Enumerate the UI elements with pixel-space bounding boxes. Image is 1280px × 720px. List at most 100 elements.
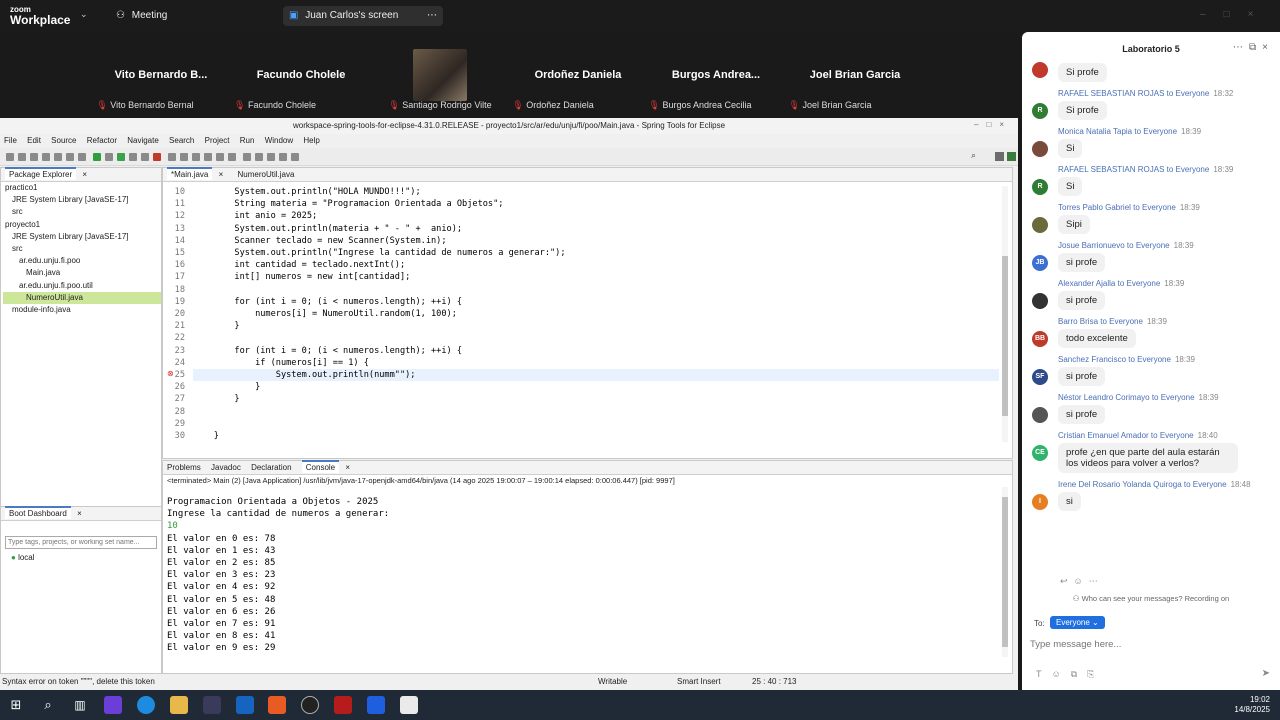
tab-numeroutil-java[interactable]: NumeroUtil.java bbox=[238, 170, 295, 179]
code-line[interactable]: if (numeros[i] == 1) { bbox=[193, 357, 999, 369]
toggle-mark-icon[interactable] bbox=[204, 153, 213, 161]
code-line[interactable]: System.out.println(materia + " - " + ani… bbox=[193, 223, 999, 235]
menu-help[interactable]: Help bbox=[303, 136, 319, 145]
close-icon[interactable]: × bbox=[345, 463, 350, 472]
chat-message[interactable]: R RAFAEL SEBASTIAN ROJAS to Everyone 18:32… bbox=[1032, 89, 1268, 120]
code-line[interactable] bbox=[193, 284, 999, 296]
windows-start-icon[interactable]: ⊞ bbox=[7, 696, 25, 714]
chat-message[interactable]: Néstor Leandro Corimayo to Everyone 18:39… bbox=[1032, 393, 1268, 424]
perspective-icon[interactable] bbox=[995, 152, 1004, 161]
search-icon[interactable]: ⌕ bbox=[971, 150, 976, 161]
zoom-icon[interactable] bbox=[367, 696, 385, 714]
terminal-icon[interactable] bbox=[78, 153, 86, 161]
reply-icon[interactable]: ↩ bbox=[1060, 576, 1074, 586]
emoji-reaction-icon[interactable]: ☺ bbox=[1074, 576, 1089, 586]
code-line[interactable]: System.out.println(numm""); bbox=[193, 369, 999, 382]
close-icon[interactable]: × bbox=[1262, 42, 1274, 53]
coverage-icon[interactable] bbox=[129, 153, 138, 161]
close-icon[interactable]: × bbox=[82, 170, 87, 179]
code-line[interactable]: String materia = "Programacion Orientada… bbox=[193, 198, 999, 210]
next-annotation-icon[interactable] bbox=[243, 153, 252, 161]
tree-item[interactable]: module-info.java bbox=[3, 304, 161, 316]
code-line[interactable]: } bbox=[193, 393, 999, 405]
code-line[interactable]: } bbox=[193, 430, 999, 442]
save-all-icon[interactable] bbox=[30, 153, 38, 161]
minimize-icon[interactable]: – bbox=[1200, 9, 1224, 20]
more-icon[interactable]: ⋯ bbox=[1233, 42, 1249, 53]
tree-item[interactable]: proyecto1 bbox=[3, 219, 161, 231]
tree-item[interactable]: NumeroUtil.java bbox=[3, 291, 161, 305]
boot-dashboard-tab[interactable]: Boot Dashboard × bbox=[1, 506, 161, 521]
menu-search[interactable]: Search bbox=[169, 136, 194, 145]
tab-main-java[interactable]: *Main.java bbox=[167, 167, 213, 180]
prev-annotation-icon[interactable] bbox=[255, 153, 264, 161]
search-tool-icon[interactable] bbox=[192, 153, 201, 161]
close-icon[interactable]: × bbox=[219, 170, 224, 179]
more-icon[interactable]: ⋯ bbox=[1089, 576, 1104, 586]
pin-editor-icon[interactable] bbox=[291, 153, 300, 161]
toggle-block-icon[interactable] bbox=[216, 153, 225, 161]
tab-javadoc[interactable]: Javadoc bbox=[211, 463, 241, 472]
show-whitespace-icon[interactable] bbox=[228, 153, 237, 161]
code-line[interactable] bbox=[193, 406, 999, 418]
code-line[interactable]: System.out.println("Ingrese la cantidad … bbox=[193, 247, 999, 259]
spring-tools-icon[interactable] bbox=[400, 696, 418, 714]
open-type-icon[interactable] bbox=[180, 153, 189, 161]
close-icon[interactable]: × bbox=[77, 509, 82, 518]
store-icon[interactable] bbox=[203, 696, 221, 714]
external-tools-icon[interactable] bbox=[153, 153, 162, 161]
code-line[interactable]: } bbox=[193, 320, 999, 332]
screenshot-icon[interactable]: ⧉ bbox=[1071, 669, 1087, 679]
chat-message[interactable]: I Irene Del Rosario Yolanda Quiroga to Ev… bbox=[1032, 480, 1268, 511]
boot-filter-input[interactable] bbox=[5, 536, 157, 549]
github-icon[interactable] bbox=[301, 696, 319, 714]
format-text-icon[interactable]: T bbox=[1036, 669, 1052, 679]
run-icon[interactable] bbox=[117, 153, 126, 161]
code-line[interactable]: System.out.println("HOLA MUNDO!!!"); bbox=[193, 186, 999, 198]
stop-icon[interactable] bbox=[141, 153, 150, 161]
chat-message[interactable]: Monica Natalia Tapia to Everyone 18:39 Si bbox=[1032, 127, 1268, 158]
code-line[interactable]: Scanner teclado = new Scanner(System.in)… bbox=[193, 235, 999, 247]
tree-item[interactable]: JRE System Library [JavaSE-17] bbox=[3, 194, 161, 206]
console-scrollbar[interactable] bbox=[1002, 487, 1008, 657]
editor-scrollbar[interactable] bbox=[1002, 186, 1008, 442]
code-line[interactable] bbox=[193, 332, 999, 344]
brave-icon[interactable] bbox=[268, 696, 286, 714]
code-line[interactable]: } bbox=[193, 381, 999, 393]
code-line[interactable]: int[] numeros = new int[cantidad]; bbox=[193, 271, 999, 283]
status-insert-mode[interactable]: Smart Insert bbox=[677, 674, 721, 690]
popout-icon[interactable]: ⧉ bbox=[1249, 42, 1262, 53]
emoji-icon[interactable]: ☺ bbox=[1052, 669, 1071, 679]
search-icon[interactable]: ⌕ bbox=[39, 696, 57, 714]
chat-message[interactable]: BB Barro Brisa to Everyone 18:39 todo excel… bbox=[1032, 317, 1268, 348]
spring-icon[interactable] bbox=[93, 153, 102, 161]
tree-item[interactable]: ar.edu.unju.fi.poo bbox=[3, 255, 161, 267]
menu-file[interactable]: File bbox=[4, 136, 17, 145]
forward-icon[interactable] bbox=[279, 153, 288, 161]
maximize-icon[interactable]: □ bbox=[1224, 9, 1248, 20]
chat-message[interactable]: Torres Pablo Gabriel to Everyone 18:39 Sip… bbox=[1032, 203, 1268, 234]
menu-project[interactable]: Project bbox=[205, 136, 230, 145]
tree-item[interactable]: practico1 bbox=[3, 182, 161, 194]
chat-message[interactable]: CE Cristian Emanuel Amador to Everyone 18:… bbox=[1032, 431, 1268, 473]
close-icon[interactable]: × bbox=[999, 120, 1012, 129]
menu-source[interactable]: Source bbox=[51, 136, 76, 145]
minimize-icon[interactable]: – bbox=[974, 120, 986, 129]
maximize-icon[interactable]: □ bbox=[986, 120, 999, 129]
back-icon[interactable] bbox=[267, 153, 276, 161]
undo-icon[interactable] bbox=[54, 153, 62, 161]
menu-run[interactable]: Run bbox=[240, 136, 255, 145]
menu-edit[interactable]: Edit bbox=[27, 136, 41, 145]
file-explorer-icon[interactable] bbox=[170, 696, 188, 714]
recording-notice[interactable]: ⚇ Who can see your messages? Recording o… bbox=[1022, 594, 1280, 603]
task-view-icon[interactable]: ▥ bbox=[71, 696, 89, 714]
code-line[interactable]: for (int i = 0; (i < numeros.length); ++… bbox=[193, 345, 999, 357]
clock[interactable]: 19:02 14/8/2025 bbox=[1234, 695, 1270, 715]
outlook-icon[interactable] bbox=[236, 696, 254, 714]
menu-window[interactable]: Window bbox=[265, 136, 293, 145]
more-icon[interactable]: ⋯ bbox=[427, 6, 437, 26]
chat-message[interactable]: SF Sanchez Francisco to Everyone 18:39 si p… bbox=[1032, 355, 1268, 386]
tab-meeting[interactable]: ⚇ Meeting bbox=[110, 6, 173, 26]
chat-message-input[interactable] bbox=[1030, 636, 1270, 652]
code-area[interactable]: System.out.println("HOLA MUNDO!!!"); Str… bbox=[193, 186, 999, 442]
